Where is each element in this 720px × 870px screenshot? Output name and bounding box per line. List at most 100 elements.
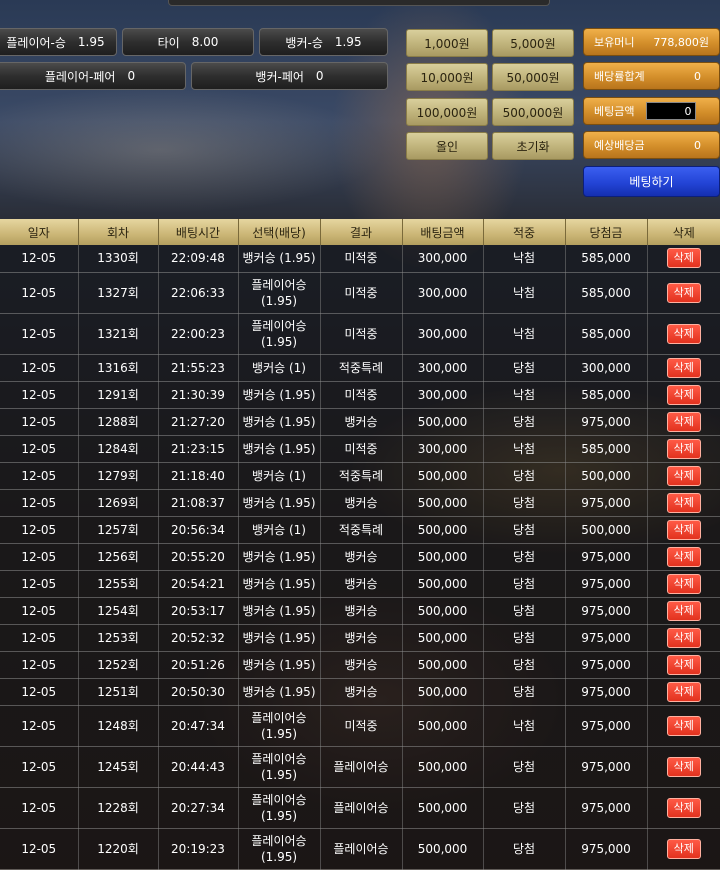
balance-label: 보유머니 [594, 36, 635, 49]
chip-50000-button[interactable]: 50,000원 [492, 63, 574, 91]
cell-round: 1327회 [78, 272, 159, 314]
cell-delete: 삭제 [647, 705, 720, 747]
delete-button[interactable]: 삭제 [666, 756, 701, 777]
cell-hit: 당첨 [483, 408, 566, 436]
cell-amount: 300,000 [402, 354, 484, 382]
delete-button[interactable]: 삭제 [666, 282, 701, 303]
chip-100000-button[interactable]: 100,000원 [406, 98, 488, 126]
banker-win-button[interactable]: 뱅커-승 1.95 [259, 28, 388, 56]
cell-delete: 삭제 [647, 516, 720, 544]
selection-text: 뱅커승 (1) [252, 468, 306, 483]
table-row: 12-05 1291회 21:30:39 뱅커승 (1.95) 미적중 300,000 낙첨… [0, 381, 720, 409]
cell-hit: 낙첨 [483, 435, 566, 463]
delete-button[interactable]: 삭제 [666, 715, 701, 736]
chip-5000-button[interactable]: 5,000원 [492, 29, 574, 57]
odds-sum-value: 0 [694, 69, 701, 83]
cell-result: 미적중 [320, 313, 403, 355]
cell-time: 20:47:34 [158, 705, 239, 747]
delete-button[interactable]: 삭제 [666, 546, 701, 567]
delete-button[interactable]: 삭제 [666, 465, 701, 486]
cell-hit: 당첨 [483, 462, 566, 490]
table-row: 12-05 1288회 21:27:20 뱅커승 (1.95) 뱅커승 500,000 당첨… [0, 408, 720, 436]
cell-hit: 당첨 [483, 597, 566, 625]
cell-date: 12-05 [0, 570, 79, 598]
reset-button[interactable]: 초기화 [492, 132, 574, 160]
tie-odds: 8.00 [191, 35, 219, 49]
cell-date: 12-05 [0, 705, 79, 747]
cell-time: 20:51:26 [158, 651, 239, 679]
bet-amount-input[interactable] [646, 102, 697, 120]
expected-payout-panel: 예상배당금 0 [583, 131, 720, 159]
tie-button[interactable]: 타이 8.00 [122, 28, 254, 56]
cell-selection: 뱅커승 (1.95) [238, 489, 321, 517]
delete-button[interactable]: 삭제 [666, 681, 701, 702]
chip-1000-button[interactable]: 1,000원 [406, 29, 488, 57]
all-in-button[interactable]: 올인 [406, 132, 488, 160]
selection-text: 플레이어승 [251, 277, 307, 292]
delete-button[interactable]: 삭제 [666, 323, 701, 344]
cell-amount: 300,000 [402, 272, 484, 314]
cell-payout: 975,000 [565, 787, 648, 829]
delete-button[interactable]: 삭제 [666, 838, 701, 859]
cell-result: 뱅커승 [320, 543, 403, 571]
cell-result: 플레이어승 [320, 787, 403, 829]
cell-round: 1288회 [78, 408, 159, 436]
cell-date: 12-05 [0, 489, 79, 517]
delete-button[interactable]: 삭제 [666, 411, 701, 432]
player-pair-button[interactable]: 플레이어-페어 0 [0, 62, 186, 90]
cell-delete: 삭제 [647, 543, 720, 571]
cell-round: 1253회 [78, 624, 159, 652]
cell-round: 1248회 [78, 705, 159, 747]
delete-button[interactable]: 삭제 [666, 654, 701, 675]
table-row: 12-05 1253회 20:52:32 뱅커승 (1.95) 뱅커승 500,000 당첨… [0, 624, 720, 652]
cell-amount: 300,000 [402, 313, 484, 355]
delete-button[interactable]: 삭제 [666, 492, 701, 513]
selection-text: 플레이어승 [251, 833, 307, 848]
delete-button[interactable]: 삭제 [666, 797, 701, 818]
cell-hit: 당첨 [483, 787, 566, 829]
delete-button[interactable]: 삭제 [666, 600, 701, 621]
cell-payout: 585,000 [565, 272, 648, 314]
cell-selection: 뱅커승 (1) [238, 462, 321, 490]
place-bet-button[interactable]: 베팅하기 [583, 166, 720, 197]
chip-500000-button[interactable]: 500,000원 [492, 98, 574, 126]
delete-button[interactable]: 삭제 [666, 248, 701, 269]
chip-10000-button[interactable]: 10,000원 [406, 63, 488, 91]
selection-odds: (1.95) [260, 767, 298, 782]
player-win-label: 플레이어-승 [6, 35, 66, 50]
delete-button[interactable]: 삭제 [666, 519, 701, 540]
banker-pair-button[interactable]: 뱅커-페어 0 [191, 62, 388, 90]
table-row: 12-05 1220회 20:19:23 플레이어승 (1.95) 플레이어승 500,00… [0, 828, 720, 870]
delete-button[interactable]: 삭제 [666, 573, 701, 594]
cell-result: 뱅커승 [320, 408, 403, 436]
col-header-delete: 삭제 [647, 219, 720, 245]
delete-button[interactable]: 삭제 [666, 438, 701, 459]
cell-time: 22:06:33 [158, 272, 239, 314]
cell-amount: 300,000 [402, 381, 484, 409]
delete-button[interactable]: 삭제 [666, 357, 701, 378]
table-row: 12-05 1245회 20:44:43 플레이어승 (1.95) 플레이어승 500,00… [0, 746, 720, 788]
cell-hit: 당첨 [483, 489, 566, 517]
selection-text: 플레이어승 [251, 710, 307, 725]
cell-delete: 삭제 [647, 624, 720, 652]
cell-delete: 삭제 [647, 354, 720, 382]
cell-round: 1284회 [78, 435, 159, 463]
tie-label: 타이 [157, 35, 180, 50]
selection-text: 뱅커승 (1.95) [242, 387, 316, 402]
cell-round: 1291회 [78, 381, 159, 409]
delete-button[interactable]: 삭제 [666, 384, 701, 405]
player-win-button[interactable]: 플레이어-승 1.95 [0, 28, 117, 56]
cell-payout: 585,000 [565, 313, 648, 355]
delete-button[interactable]: 삭제 [666, 627, 701, 648]
cell-time: 20:44:43 [158, 746, 239, 788]
cell-payout: 975,000 [565, 705, 648, 747]
cell-date: 12-05 [0, 381, 79, 409]
cell-result: 뱅커승 [320, 624, 403, 652]
cell-payout: 585,000 [565, 435, 648, 463]
cell-time: 20:53:17 [158, 597, 239, 625]
banker-pair-odds: 0 [315, 69, 324, 83]
cell-delete: 삭제 [647, 678, 720, 706]
cell-time: 20:50:30 [158, 678, 239, 706]
selection-odds: (1.95) [260, 334, 298, 349]
cell-amount: 500,000 [402, 597, 484, 625]
